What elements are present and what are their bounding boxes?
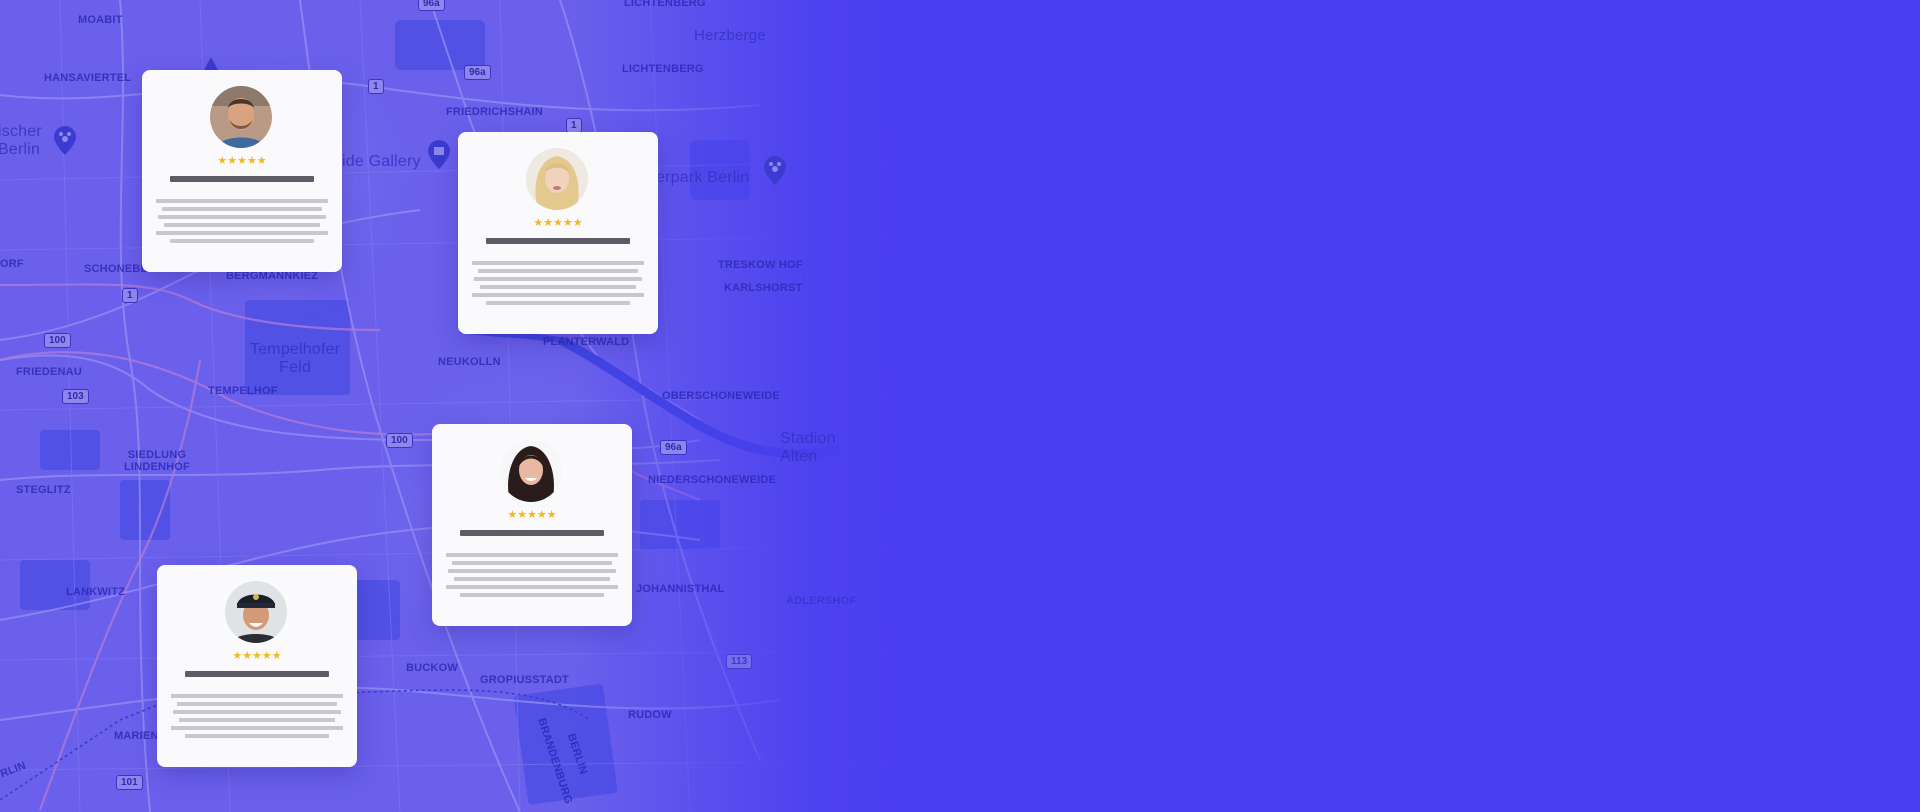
road-badge: 101 (116, 775, 143, 790)
map-label-treskow-hof: TRESKOW HOF (718, 259, 803, 271)
review-text-line (472, 261, 644, 265)
review-text-line (179, 718, 335, 722)
review-text-line (156, 231, 328, 235)
map-label-johannisthal: JOHANNISTHAL (636, 583, 725, 595)
review-text-line (480, 285, 636, 289)
review-card[interactable]: ★★★★★ (142, 70, 342, 272)
review-text-line (460, 593, 604, 597)
road-badge: 96a (418, 0, 445, 11)
map-label-planterwald: PLANTERWALD (543, 336, 630, 348)
road-badge: 1 (122, 288, 138, 303)
road-badge: 1 (368, 79, 384, 94)
road-badge: 100 (386, 433, 413, 448)
man-avatar (210, 86, 272, 148)
captain-hat-man-avatar (225, 581, 287, 643)
gallery-icon (428, 140, 450, 169)
map-label-hansaviertel: HANSAVIERTEL (44, 72, 132, 84)
road-badge: 1 (566, 118, 582, 133)
map-label-rudow: RUDOW (628, 709, 672, 721)
reviewer-name-placeholder (170, 176, 314, 182)
map-label-friedenau: FRIEDENAU (16, 366, 82, 378)
review-card[interactable]: ★★★★★ (432, 424, 632, 626)
map-label-gropiusstadt: GROPIUSSTADT (480, 674, 569, 686)
map-label-friedrichshain: FRIEDRICHSHAIN (446, 106, 543, 118)
review-text-line (156, 199, 328, 203)
reviewer-name-placeholder (460, 530, 604, 536)
star-rating: ★★★★★ (217, 154, 267, 167)
map-label-herzberge: Herzberge (694, 27, 766, 44)
star-rating: ★★★★★ (507, 508, 557, 521)
review-card[interactable]: ★★★★★ (458, 132, 658, 334)
review-text-line (171, 694, 343, 698)
dark-hair-woman-avatar (500, 440, 562, 502)
map-label-siedlung-lindenhof: SIEDLUNG LINDENHOF (124, 449, 190, 473)
map-label-marien: MARIEN (114, 730, 159, 742)
review-card[interactable]: ★★★★★ (157, 565, 357, 767)
review-text-line (170, 239, 314, 243)
review-text-line (164, 223, 320, 227)
map-label-stadion: Stadion Alten (780, 430, 836, 465)
review-text-line (173, 710, 341, 714)
review-text-line (472, 293, 644, 297)
map-label-karlshorst: KARLSHORST (724, 282, 803, 294)
review-text-line (158, 215, 326, 219)
road-badge: 96a (464, 65, 491, 80)
map-label-lankwitz: LANKWITZ (66, 586, 126, 598)
road-badge: 100 (44, 333, 71, 348)
review-text-line (452, 561, 612, 565)
map-label-neukolln: NEUKOLLN (438, 356, 501, 368)
map-label-adlershof: ADLERSHOF (786, 595, 857, 607)
map-label-tierpark: erpark Berlin (656, 169, 750, 186)
review-text-line (478, 269, 638, 273)
star-rating: ★★★★★ (232, 649, 282, 662)
paw-icon (764, 156, 786, 185)
review-text-line (177, 702, 337, 706)
paw-icon (54, 126, 76, 155)
star-rating: ★★★★★ (533, 216, 583, 229)
map-label-moabit: MOABIT (78, 14, 123, 26)
map-label-lichtenberg-top: LICHTENBERG (624, 0, 706, 9)
map-label-gallery: ide Gallery (342, 153, 421, 170)
review-text-line (446, 585, 618, 589)
map-label-tempelhofer-feld: Tempelhofer Feld (250, 341, 341, 376)
reviewer-name-placeholder (486, 238, 630, 244)
review-text-line (448, 569, 616, 573)
review-text-line (454, 577, 610, 581)
road-badge: 113 (726, 654, 753, 669)
review-text-line (486, 301, 630, 305)
blonde-woman-avatar (526, 148, 588, 210)
reviewer-name-placeholder (185, 671, 329, 677)
road-badge: 103 (62, 389, 89, 404)
map-label-steglitz: STEGLITZ (16, 484, 71, 496)
review-text-line (185, 734, 329, 738)
map-label-lichtenberg: LICHTENBERG (622, 63, 704, 75)
review-text-line (162, 207, 322, 211)
review-text-line (171, 726, 343, 730)
map-label-buckow: BUCKOW (406, 662, 458, 674)
map-label-berlin-west: ischer Berlin (0, 123, 42, 158)
road-badge: 96a (660, 440, 687, 455)
map-label-tempelhof: TEMPELHOF (208, 385, 278, 397)
review-text-line (446, 553, 618, 557)
review-text-line (474, 277, 642, 281)
map-label-niederschoneweide: NIEDERSCHONEWEIDE (648, 474, 777, 486)
map-label-schoneberg: SCHONEBE (84, 263, 148, 275)
map-label-oberschoneweide: OBERSCHONEWEIDE (662, 390, 780, 402)
map-label-orf: ORF (0, 258, 24, 270)
